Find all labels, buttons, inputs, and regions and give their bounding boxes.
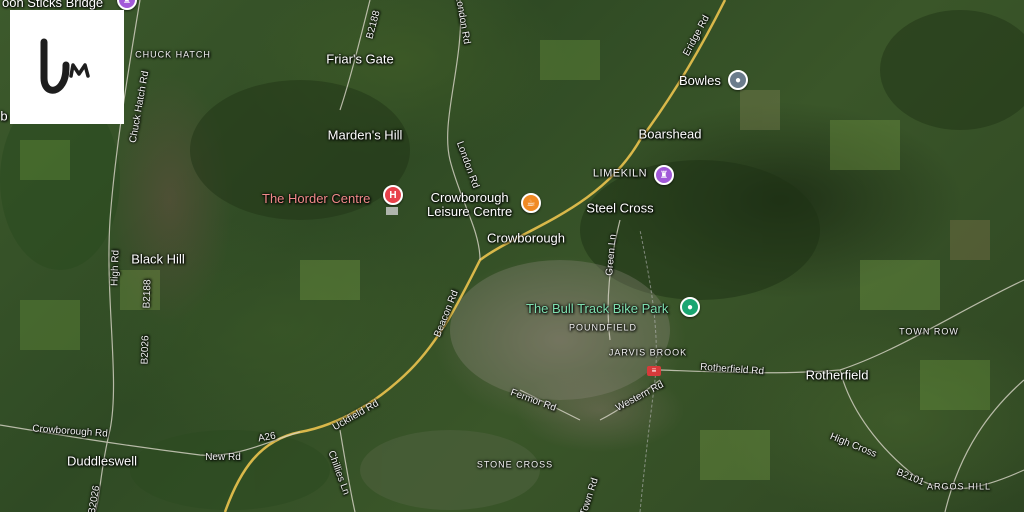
partial-left-label: b [0, 108, 8, 124]
place-label: Steel Cross [586, 200, 654, 216]
place-label: Crowborough [486, 230, 566, 246]
poi-label-horder-centre[interactable]: The Horder Centre [262, 192, 370, 205]
area-label: LIMEKILN [592, 167, 648, 180]
hospital-icon[interactable]: H [383, 185, 403, 205]
poi-label-bowles[interactable]: Bowles [679, 74, 721, 87]
hospital-building [386, 207, 398, 215]
area-label: TOWN ROW [899, 326, 959, 337]
place-label: Rotherfield [805, 367, 869, 383]
um-logo[interactable] [10, 10, 124, 124]
poi-label-bull-track[interactable]: The Bull Track Bike Park [526, 302, 668, 315]
area-label: ARGOS HILL [926, 481, 992, 492]
place-label: Black Hill [131, 251, 185, 267]
area-label: POUNDFIELD [568, 322, 638, 333]
poi-label-leisure-centre[interactable]: Crowborough Leisure Centre [427, 190, 513, 220]
road-label: High Rd [109, 249, 122, 287]
place-label: Marden's Hill [327, 127, 403, 143]
um-logo-icon [40, 38, 90, 94]
road-label: B2188 [141, 279, 154, 309]
poi-label-sticks-bridge[interactable]: oon Sticks Bridge [2, 0, 103, 9]
park-pin-icon[interactable]: ● [680, 297, 700, 317]
location-pin-icon[interactable]: ● [728, 70, 748, 90]
leisure-line-2: Leisure Centre [427, 204, 513, 220]
road-label: New Rd [205, 452, 241, 463]
leisure-line-1: Crowborough [430, 190, 509, 205]
area-label: CHUCK HATCH [135, 49, 211, 60]
train-station-icon[interactable]: ≡ [647, 366, 661, 376]
place-label: Boarshead [638, 126, 702, 142]
satellite-map[interactable]: Friar's Gate Marden's Hill Black Hill Bo… [0, 0, 1024, 512]
coffee-cup-icon[interactable]: ☕ [521, 193, 541, 213]
place-label: Friar's Gate [326, 51, 394, 67]
castle-icon[interactable]: ♜ [654, 165, 674, 185]
road-label: B2026 [139, 335, 152, 365]
area-label: JARVIS BROOK [608, 347, 688, 358]
place-label: Duddleswell [66, 453, 138, 469]
area-label: STONE CROSS [476, 459, 554, 470]
